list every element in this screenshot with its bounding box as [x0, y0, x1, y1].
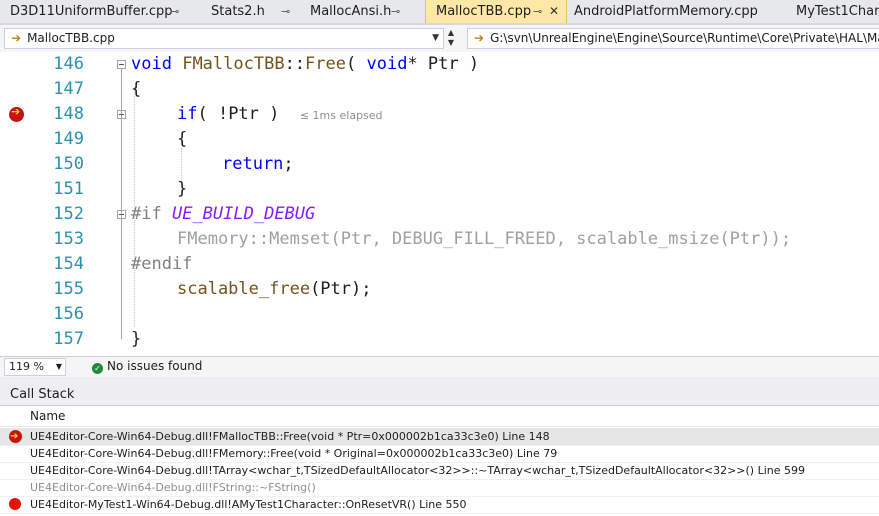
code-line-152: 152 #if UE_BUILD_DEBUG	[0, 202, 879, 227]
code-line-148: 148 if( !Ptr ) ≤ 1ms elapsed	[0, 102, 879, 127]
tab-label: AndroidPlatformMemory.cpp	[574, 4, 758, 19]
breakpoint-icon	[9, 498, 21, 510]
chevron-down-icon[interactable]: ▼	[432, 29, 439, 48]
code-line-153: 153 FMemory::Memset(Ptr, DEBUG_FILL_FREE…	[0, 227, 879, 252]
tab-malloctbb[interactable]: MallocTBB.cpp ⊸ ✕	[425, 0, 567, 23]
tab-androidplatformmemory[interactable]: AndroidPlatformMemory.cpp	[564, 0, 784, 23]
frame-text: UE4Editor-Core-Win64-Debug.dll!FMallocTB…	[30, 430, 550, 443]
chevron-down-icon[interactable]: ▼	[56, 359, 62, 375]
tab-d3d11uniformbuffer[interactable]: D3D11UniformBuffer.cpp ⊸	[0, 0, 193, 23]
call-stack-row[interactable]: UE4Editor-Core-Win64-Debug.dll!FMallocTB…	[0, 428, 879, 446]
code-text: }	[177, 179, 188, 199]
code-line-157: 157 }	[0, 327, 879, 352]
chevron-up-icon[interactable]: ▲	[443, 28, 459, 38]
call-stack-row[interactable]: UE4Editor-MyTest1-Win64-Debug.dll!AMyTes…	[0, 496, 879, 514]
line-number: 151	[53, 179, 84, 199]
line-number: 148	[53, 104, 84, 124]
column-header-label: Name	[30, 409, 66, 423]
call-stack-title: Call Stack	[0, 383, 879, 406]
line-number: 150	[53, 154, 84, 174]
issues-indicator[interactable]: ✓ No issues found	[92, 357, 202, 376]
code-text: return;	[222, 154, 294, 174]
chevron-down-icon[interactable]: ▼	[443, 38, 459, 48]
code-text: {	[131, 79, 142, 99]
pin-icon[interactable]: ⊸	[170, 0, 179, 23]
frame-text: UE4Editor-Core-Win64-Debug.dll!FString::…	[30, 481, 316, 494]
code-text: if( !Ptr ) ≤ 1ms elapsed	[177, 104, 383, 124]
check-circle-icon: ✓	[92, 363, 103, 374]
code-line-154: 154 #endif	[0, 252, 879, 277]
code-line-147: 147 {	[0, 77, 879, 102]
code-text: scalable_free(Ptr);	[177, 279, 372, 299]
tab-label: D3D11UniformBuffer.cpp	[10, 4, 173, 19]
code-text: #if UE_BUILD_DEBUG	[131, 204, 316, 224]
line-number: 155	[53, 279, 84, 299]
collapse-icon[interactable]	[117, 210, 126, 219]
code-text: }	[131, 329, 142, 349]
navigation-bar: ➔ MallocTBB.cpp ▼ ▲ ▼ ➔ G:\svn\UnrealEngin…	[0, 25, 879, 53]
code-line-151: 151 }	[0, 177, 879, 202]
code-editor[interactable]: 146 void FMallocTBB::Free( void* Ptr ) 1…	[0, 52, 879, 356]
code-line-146: 146 void FMallocTBB::Free( void* Ptr )	[0, 52, 879, 77]
path-dropdown[interactable]: ➔ G:\svn\UnrealEngine\Engine\Source\Runti…	[467, 28, 879, 49]
arrow-right-icon: ➔	[11, 31, 22, 45]
collapse-icon[interactable]	[117, 60, 126, 69]
code-line-150: 150 return;	[0, 152, 879, 177]
line-number: 157	[53, 329, 84, 349]
code-text: {	[177, 129, 188, 149]
current-statement-icon	[9, 428, 22, 445]
tab-label: Stats2.h	[211, 4, 265, 19]
close-icon[interactable]: ✕	[549, 0, 559, 23]
path-value: G:\svn\UnrealEngine\Engine\Source\Runtim…	[490, 31, 879, 45]
frame-text: UE4Editor-Core-Win64-Debug.dll!FMemory::…	[30, 447, 558, 460]
column-header-name[interactable]: Name	[0, 406, 879, 427]
line-number: 147	[53, 79, 84, 99]
tab-label: MallocTBB.cpp	[436, 4, 532, 19]
file-scope-value: MallocTBB.cpp	[27, 31, 115, 45]
tab-mallocansi[interactable]: MallocAnsi.h ⊸	[300, 0, 422, 23]
collapse-icon[interactable]	[117, 110, 126, 119]
issues-text: No issues found	[107, 359, 203, 373]
code-text: FMemory::Memset(Ptr, DEBUG_FILL_FREED, s…	[177, 229, 792, 249]
zoom-value: 119 %	[9, 360, 44, 373]
tab-mytest1character[interactable]: MyTest1Chara	[786, 0, 879, 23]
split-spinner[interactable]: ▲ ▼	[443, 28, 459, 49]
file-scope-dropdown[interactable]: ➔ MallocTBB.cpp ▼	[4, 28, 444, 49]
line-number: 146	[53, 54, 84, 74]
code-text: void FMallocTBB::Free( void* Ptr )	[131, 54, 480, 74]
document-tab-strip: D3D11UniformBuffer.cpp ⊸ Stats2.h ⊸ Mall…	[0, 0, 879, 25]
code-line-155: 155 scalable_free(Ptr);	[0, 277, 879, 302]
frame-text: UE4Editor-Core-Win64-Debug.dll!TArray<wc…	[30, 464, 806, 477]
editor-status-bar: 119 % ▼ ✓ No issues found	[0, 356, 879, 378]
pin-icon[interactable]: ⊸	[281, 0, 290, 23]
call-stack-row[interactable]: UE4Editor-Core-Win64-Debug.dll!TArray<wc…	[0, 462, 879, 480]
pin-icon[interactable]: ⊸	[391, 0, 400, 23]
arrow-right-icon: ➔	[474, 31, 485, 45]
tab-label: MallocAnsi.h	[310, 4, 392, 19]
line-number: 156	[53, 304, 84, 324]
zoom-dropdown[interactable]: 119 % ▼	[4, 358, 66, 376]
tab-stats2[interactable]: Stats2.h ⊸	[201, 0, 303, 23]
code-line-149: 149 {	[0, 127, 879, 152]
line-number: 154	[53, 254, 84, 274]
line-number: 149	[53, 129, 84, 149]
pin-icon[interactable]: ⊸	[533, 0, 542, 23]
code-line-156: 156	[0, 302, 879, 327]
line-number: 153	[53, 229, 84, 249]
call-stack-row[interactable]: UE4Editor-Core-Win64-Debug.dll!FMemory::…	[0, 445, 879, 463]
line-number: 152	[53, 204, 84, 224]
call-stack-panel: Name UE4Editor-Core-Win64-Debug.dll!FMal…	[0, 406, 879, 516]
perf-tip: ≤ 1ms elapsed	[299, 109, 383, 122]
code-text: #endif	[131, 254, 193, 274]
frame-text: UE4Editor-MyTest1-Win64-Debug.dll!AMyTes…	[30, 498, 467, 511]
tab-label: MyTest1Chara	[796, 4, 879, 19]
call-stack-row[interactable]: UE4Editor-Core-Win64-Debug.dll!FString::…	[0, 479, 879, 497]
